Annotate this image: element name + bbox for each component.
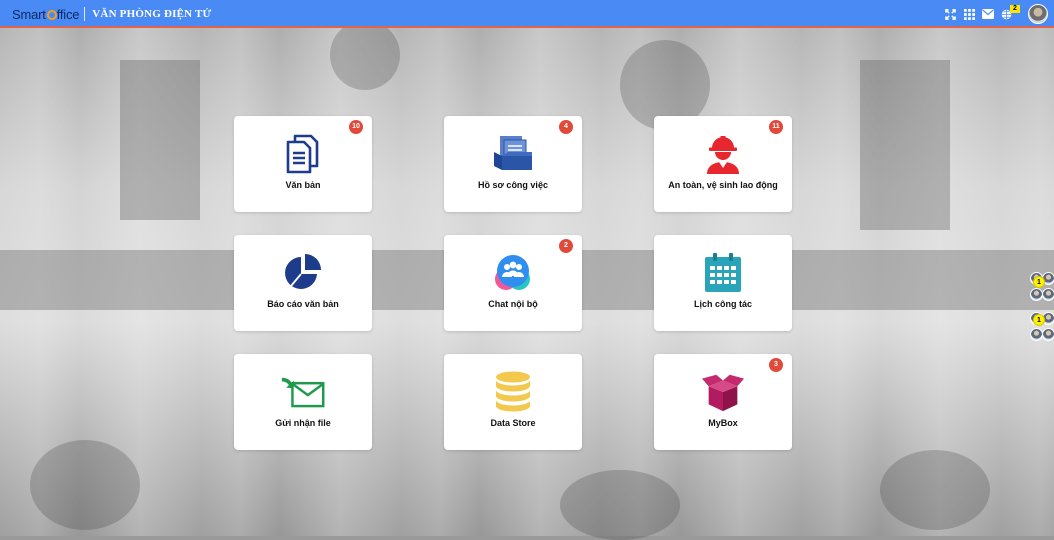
apps-grid-icon[interactable] bbox=[963, 8, 975, 20]
tile-data-store[interactable]: Data Store bbox=[444, 354, 582, 450]
tile-label: Báo cáo văn bản bbox=[267, 299, 339, 309]
tile-label: Văn bản bbox=[285, 180, 321, 190]
tile-badge: 11 bbox=[769, 120, 783, 134]
worker-helmet-icon bbox=[701, 132, 745, 176]
document-stack-icon bbox=[281, 132, 325, 176]
tile-van-ban[interactable]: 10 Văn bản bbox=[234, 116, 372, 212]
chat-group-2[interactable]: 1 bbox=[1014, 310, 1054, 344]
tile-chat-noi-bo[interactable]: 2 Chat nội bộ bbox=[444, 235, 582, 331]
open-box-icon bbox=[701, 370, 745, 414]
tile-label: Chat nội bộ bbox=[488, 299, 538, 309]
chat-group-1[interactable]: 1 bbox=[1014, 270, 1054, 304]
tile-label: Data Store bbox=[490, 418, 536, 428]
tile-label: MyBox bbox=[708, 418, 738, 428]
database-icon bbox=[491, 370, 535, 414]
unread-badge: 1 bbox=[1033, 276, 1045, 288]
tile-an-toan-ve-sinh-lao-dong[interactable]: 11 An toàn, vệ sinh lao động bbox=[654, 116, 792, 212]
calendar-icon bbox=[701, 251, 745, 295]
user-avatar[interactable] bbox=[1028, 4, 1048, 24]
file-tray-icon bbox=[491, 132, 535, 176]
mail-icon[interactable] bbox=[982, 8, 994, 20]
tile-badge: 3 bbox=[769, 358, 783, 372]
logo-separator bbox=[84, 7, 86, 21]
tile-gui-nhan-file[interactable]: Gửi nhận file bbox=[234, 354, 372, 450]
group-chat-icon bbox=[491, 251, 535, 295]
fullscreen-icon[interactable] bbox=[944, 8, 956, 20]
avatar bbox=[1042, 288, 1054, 301]
tile-lich-cong-tac[interactable]: Lịch công tác bbox=[654, 235, 792, 331]
tile-bao-cao-van-ban[interactable]: Báo cáo văn bản bbox=[234, 235, 372, 331]
tile-mybox[interactable]: 3 MyBox bbox=[654, 354, 792, 450]
tile-label: Lịch công tác bbox=[693, 299, 752, 309]
logo-prefix: Smart bbox=[12, 6, 46, 22]
toolbar-icons: 2 bbox=[944, 4, 1048, 24]
tile-ho-so-cong-viec[interactable]: 4 Hồ sơ công việc bbox=[444, 116, 582, 212]
tile-label: Gửi nhận file bbox=[275, 418, 331, 428]
app-launcher-grid: 10 Văn bản 4 Hồ sơ công việc 11 An toàn,… bbox=[234, 116, 792, 450]
tile-label: An toàn, vệ sinh lao động bbox=[668, 180, 778, 190]
logo-suffix: ffice bbox=[56, 6, 80, 22]
globe-icon[interactable]: 2 bbox=[1001, 5, 1021, 20]
unread-badge: 1 bbox=[1033, 314, 1045, 326]
tile-label: Hồ sơ công việc bbox=[478, 180, 548, 190]
smartoffice-logo[interactable]: Smart ffice VĂN PHÒNG ĐIỆN TỬ bbox=[12, 5, 212, 23]
app-title: VĂN PHÒNG ĐIỆN TỬ bbox=[92, 8, 212, 20]
pie-chart-icon bbox=[281, 251, 325, 295]
top-navigation-bar: Smart ffice VĂN PHÒNG ĐIỆN TỬ 2 bbox=[0, 0, 1054, 28]
logo-o-mark bbox=[46, 9, 57, 20]
notification-badge: 2 bbox=[1010, 5, 1020, 13]
tile-badge: 10 bbox=[349, 120, 363, 134]
tile-badge: 2 bbox=[559, 239, 573, 253]
avatar bbox=[1042, 328, 1054, 341]
tile-badge: 4 bbox=[559, 120, 573, 134]
send-mail-icon bbox=[281, 370, 325, 414]
side-chat-panel: 1 1 bbox=[1014, 270, 1054, 350]
